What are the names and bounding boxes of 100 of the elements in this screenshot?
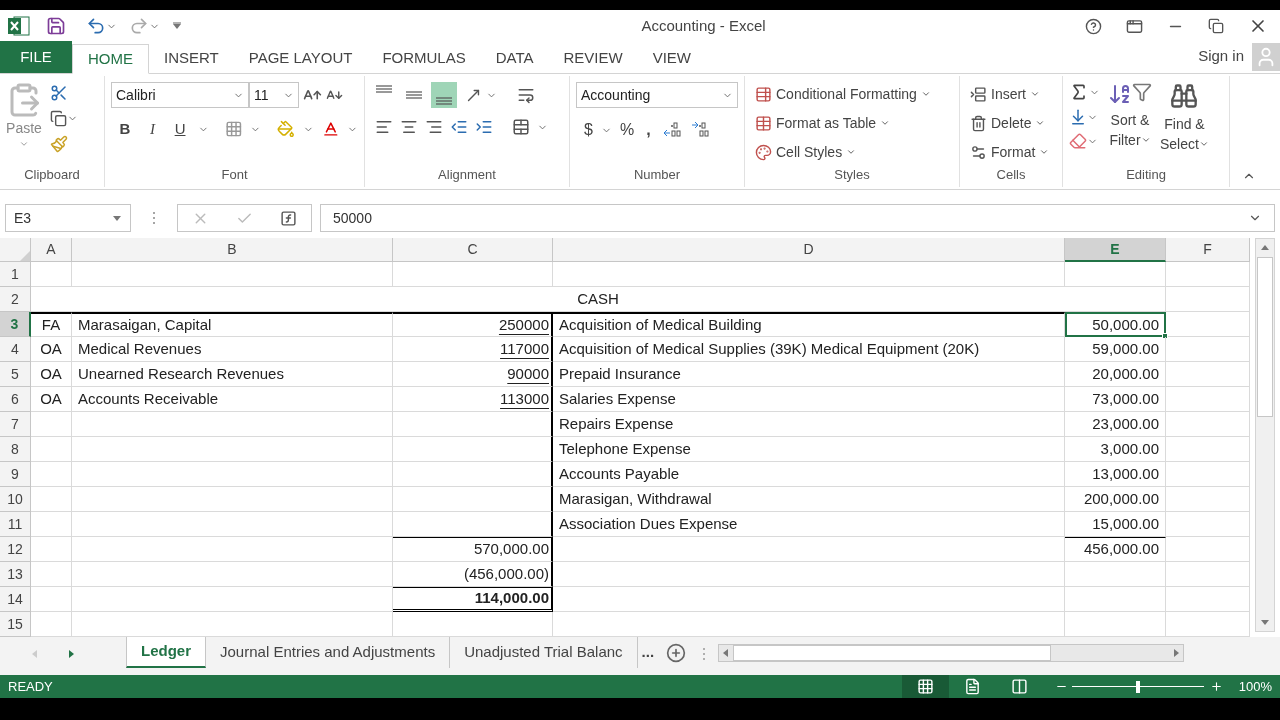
column-header[interactable]: C [393,238,553,262]
drag-handle-icon[interactable] [151,211,157,225]
formula-field[interactable]: 50000 [320,204,1275,232]
table-cell[interactable]: 200,000.00 [1065,487,1166,512]
new-sheet-icon[interactable] [666,643,687,663]
table-cell[interactable]: 23,000.00 [1065,412,1166,437]
save-icon[interactable] [46,16,66,36]
zoom-slider-thumb[interactable] [1135,680,1140,693]
copy-icon[interactable] [50,110,67,127]
row-header[interactable]: 1 [0,262,31,287]
row-header[interactable]: 11 [0,512,31,537]
wrap-text-icon[interactable] [517,86,535,104]
ribbon-display-icon[interactable] [1126,17,1143,35]
view-button[interactable] [901,675,949,698]
decrease-indent-icon[interactable] [450,118,468,136]
italic-button[interactable]: I [142,118,163,141]
row-header[interactable]: 14 [0,587,31,612]
row-header[interactable]: 5 [0,362,31,387]
undo-icon[interactable] [86,16,106,36]
ribbon-tab[interactable]: DATA [480,43,549,73]
paste-button[interactable]: Paste [6,82,42,153]
styles-menu-button[interactable]: Format as Table [755,111,953,135]
table-cell[interactable]: 13,000.00 [1065,462,1166,487]
row-header[interactable]: 7 [0,412,31,437]
restore-icon[interactable] [1208,18,1224,34]
column-header[interactable]: F [1166,238,1250,262]
file-tab[interactable]: FILE [0,41,72,73]
bold-button[interactable]: B [115,118,135,141]
font-color-icon[interactable] [321,120,340,139]
row-header[interactable]: 13 [0,562,31,587]
column-header[interactable]: D [553,238,1065,262]
percent-button[interactable]: % [619,118,635,142]
styles-menu-button[interactable]: Conditional Formatting [755,82,953,106]
row-header[interactable]: 9 [0,462,31,487]
table-cell[interactable]: 15,000.00 [1065,512,1166,537]
borders-icon[interactable] [224,120,243,139]
column-header[interactable]: E [1065,238,1166,262]
increase-decimal-icon[interactable] [662,121,683,139]
row-header[interactable]: 2 [0,287,31,312]
insert-function-icon[interactable] [280,209,298,227]
table-cell[interactable]: 456,000.00 [1065,537,1166,562]
align-center-icon[interactable] [400,118,418,136]
help-icon[interactable] [1085,17,1102,35]
increase-indent-icon[interactable] [475,118,493,136]
table-cell[interactable]: 50,000.00 [1065,312,1166,337]
sort-filter-button[interactable]: Sort & Filter [1108,82,1152,154]
table-cell[interactable]: 59,000.00 [1065,337,1166,362]
horizontal-scrollbar[interactable] [718,644,1185,662]
underline-button[interactable]: U [170,118,190,141]
name-box[interactable]: E3 [5,204,131,232]
number-format-field[interactable]: Accounting [576,82,738,108]
row-header[interactable]: 4 [0,337,31,362]
styles-menu-button[interactable]: Cell Styles [755,140,953,164]
align-left-icon[interactable] [375,118,393,136]
fill-color-icon[interactable] [277,120,295,139]
row-header[interactable]: 8 [0,437,31,462]
vertical-scrollbar[interactable] [1255,238,1275,632]
cells-menu-button[interactable]: Insert [970,82,1056,106]
align-right-icon[interactable] [425,118,443,136]
more-sheets-button[interactable]: ... [641,637,655,668]
decrease-decimal-icon[interactable] [690,121,711,139]
redo-icon[interactable] [129,16,149,36]
ribbon-tab[interactable]: INSERT [149,43,234,73]
row-header[interactable]: 3 [0,312,31,337]
ribbon-tab[interactable]: VIEW [637,43,707,73]
clear-icon[interactable] [1069,132,1087,150]
sheet-tab[interactable]: Ledger [126,637,206,668]
format-painter-icon[interactable] [50,135,68,153]
zoom-in-icon[interactable] [1209,680,1223,693]
fill-handle[interactable] [1162,333,1168,339]
row-header[interactable]: 12 [0,537,31,562]
cells-menu-button[interactable]: Delete [970,111,1056,135]
ribbon-tab[interactable]: REVIEW [548,43,638,73]
font-name-field[interactable]: Calibri [111,82,249,108]
table-cell[interactable]: 73,000.00 [1065,387,1166,412]
ribbon-tab[interactable]: HOME [72,44,149,74]
vertical-align-button[interactable] [431,82,457,108]
customize-icon[interactable] [172,21,182,31]
column-header[interactable]: A [31,238,72,262]
currency-button[interactable]: $ [584,118,593,142]
table-cell[interactable]: 3,000.00 [1065,437,1166,462]
ribbon-tab[interactable]: PAGE LAYOUT [233,43,368,73]
sign-in-link[interactable]: Sign in [1198,44,1244,67]
sheet-tab[interactable]: Journal Entries and Adjustments [206,637,451,668]
column-header[interactable]: B [72,238,393,262]
row-header[interactable]: 6 [0,387,31,412]
font-size-field[interactable]: 11 [249,82,299,108]
row-header[interactable]: 15 [0,612,31,637]
sheet-tab[interactable]: Unadjusted Trial Balanc [450,637,638,668]
comma-button[interactable]: , [642,118,655,142]
scroll-up-icon[interactable] [1260,243,1270,253]
cells-menu-button[interactable]: Format [970,140,1056,164]
cut-icon[interactable] [50,84,68,102]
next-sheet-icon[interactable] [66,649,76,659]
scroll-down-icon[interactable] [1260,617,1270,627]
find-select-button[interactable]: Find & Select [1160,82,1209,154]
fill-icon[interactable] [1069,108,1087,126]
table-cell[interactable]: 20,000.00 [1065,362,1166,387]
merge-center-icon[interactable] [512,118,530,136]
row-header[interactable]: 10 [0,487,31,512]
